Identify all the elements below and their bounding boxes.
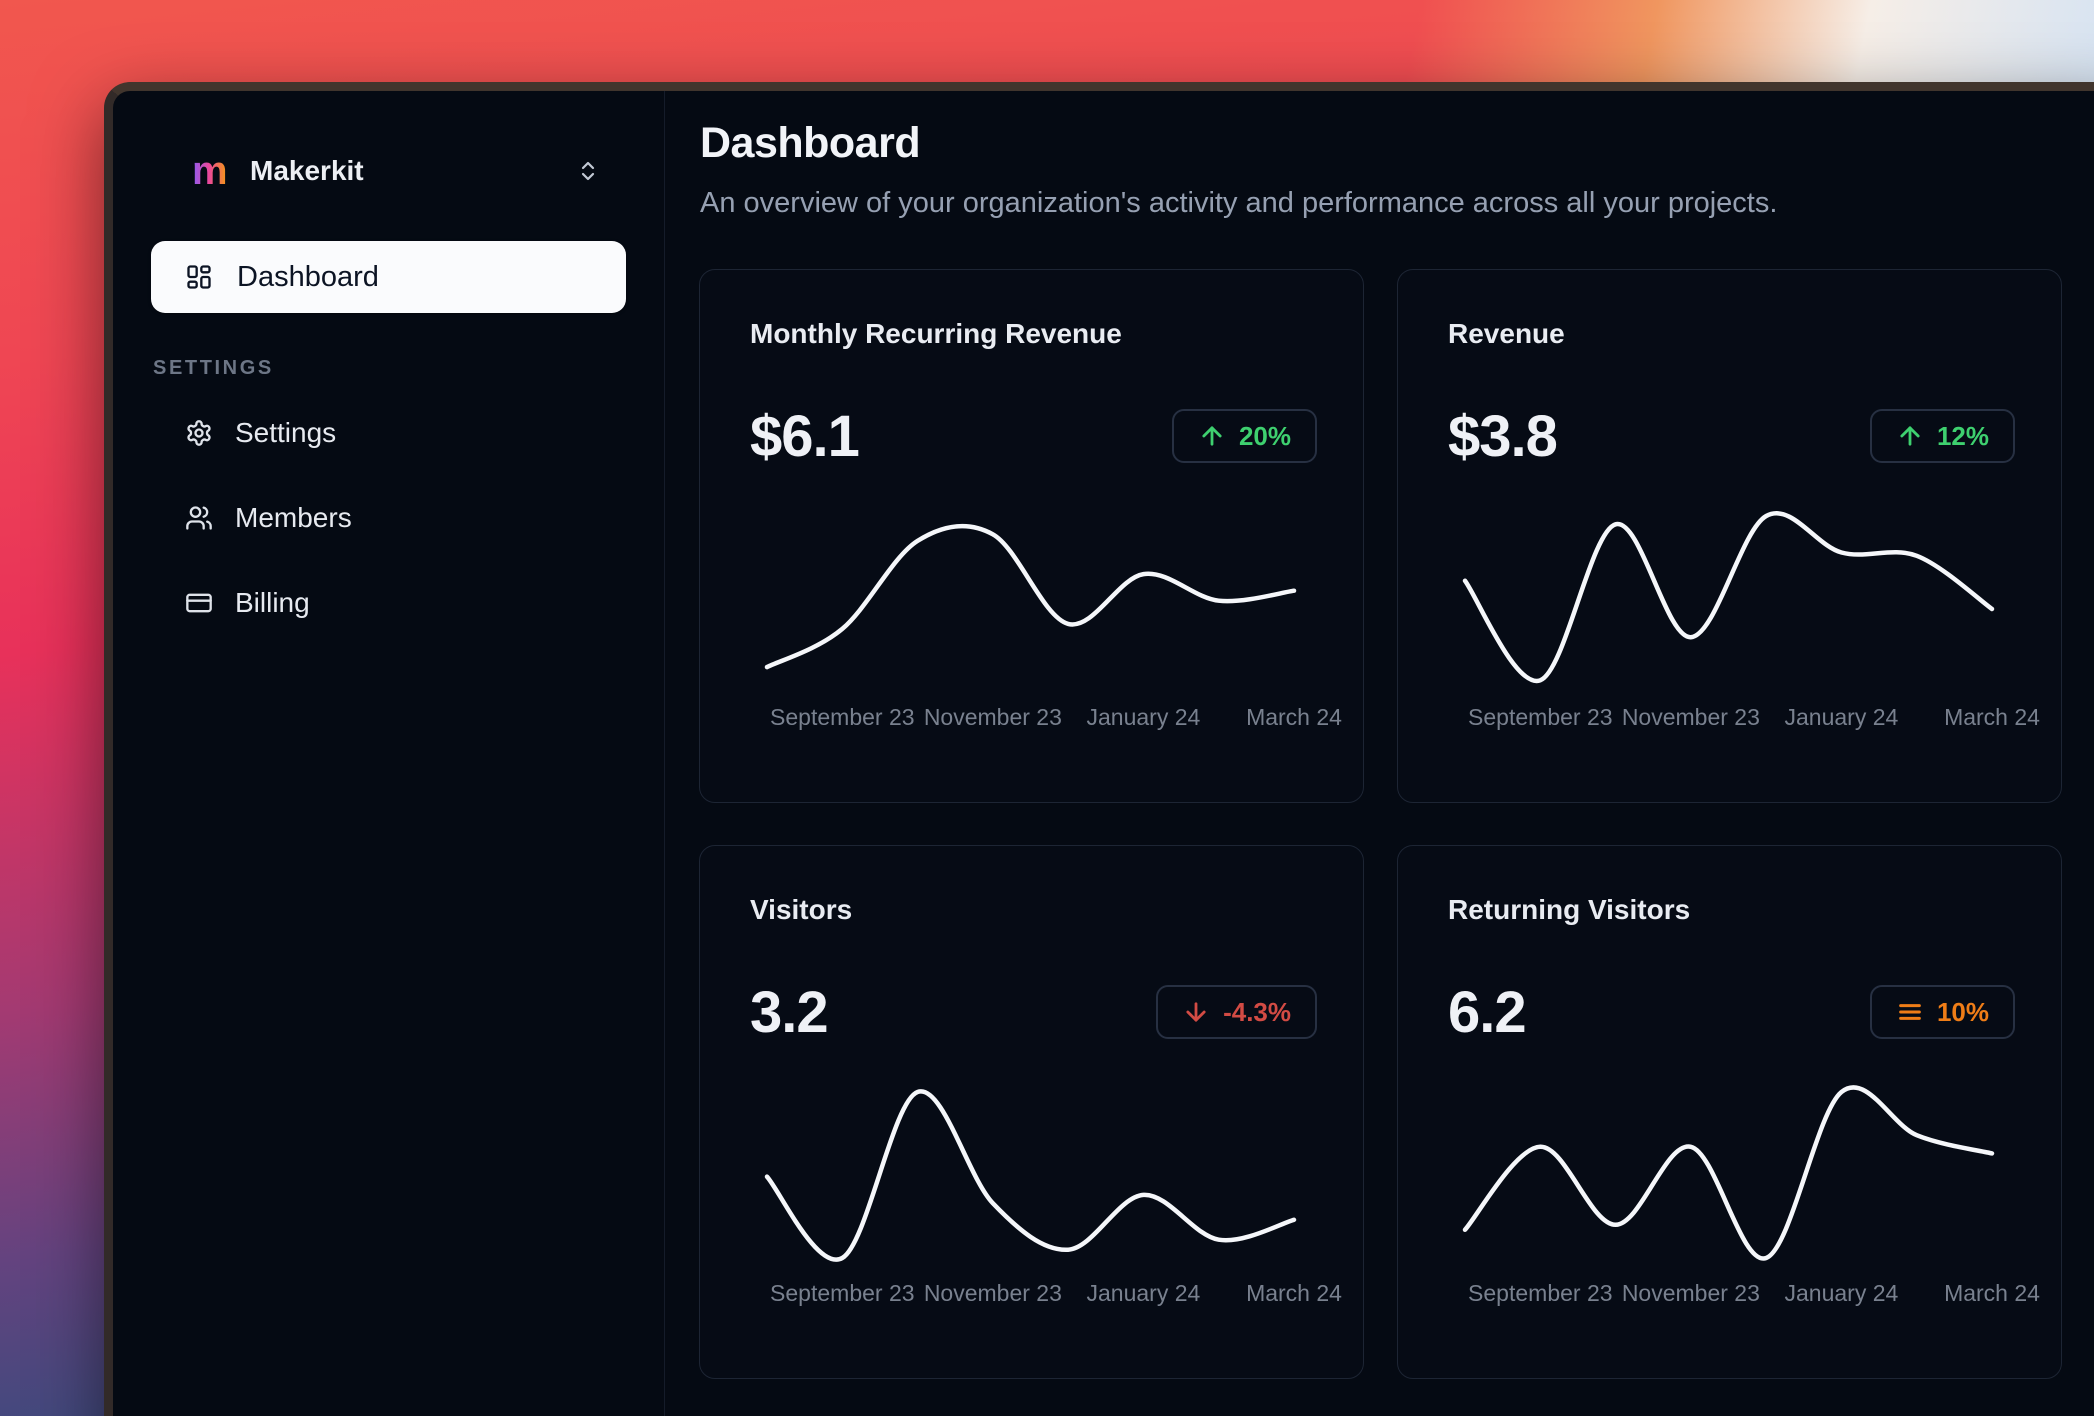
line-chart bbox=[1465, 510, 1992, 688]
x-tick: March 24 bbox=[1944, 704, 2040, 731]
page-subtitle: An overview of your organization's activ… bbox=[700, 183, 2094, 223]
x-tick: November 23 bbox=[924, 704, 1062, 731]
card-title: Revenue bbox=[1448, 318, 2015, 350]
trend-label: 12% bbox=[1937, 421, 1989, 452]
metric-value: 3.2 bbox=[750, 979, 828, 1046]
credit-card-icon bbox=[185, 589, 213, 617]
x-tick: January 24 bbox=[1087, 704, 1201, 731]
sidebar-item-label: Members bbox=[235, 502, 352, 534]
card-title: Monthly Recurring Revenue bbox=[750, 318, 1317, 350]
card-title: Visitors bbox=[750, 894, 1317, 926]
line-chart bbox=[767, 1086, 1294, 1264]
chevrons-up-down-icon bbox=[576, 159, 600, 183]
x-axis: September 23 November 23 January 24 Marc… bbox=[767, 704, 1294, 732]
metric-card-revenue: Revenue $3.8 12% Septem bbox=[1397, 269, 2062, 803]
desktop-wallpaper: m Makerkit Dashboard SETTINGS Settings M… bbox=[0, 0, 2094, 1416]
sidebar-item-label: Settings bbox=[235, 417, 336, 449]
arrow-down-icon bbox=[1182, 998, 1210, 1026]
x-tick: September 23 bbox=[770, 704, 914, 731]
trend-badge: 12% bbox=[1870, 409, 2015, 463]
sidebar-item-label: Dashboard bbox=[237, 261, 379, 294]
sidebar: m Makerkit Dashboard SETTINGS Settings M… bbox=[113, 91, 665, 1416]
metric-card-returning-visitors: Returning Visitors 6.2 10% bbox=[1397, 845, 2062, 1379]
trend-label: 20% bbox=[1239, 421, 1291, 452]
x-tick: November 23 bbox=[1622, 1280, 1760, 1307]
line-chart bbox=[767, 510, 1294, 688]
metric-card-visitors: Visitors 3.2 -4.3% Sept bbox=[699, 845, 1364, 1379]
arrow-up-icon bbox=[1198, 422, 1226, 450]
x-tick: November 23 bbox=[924, 1280, 1062, 1307]
trend-label: -4.3% bbox=[1223, 997, 1291, 1028]
metric-value: $3.8 bbox=[1448, 403, 1557, 470]
x-axis: September 23 November 23 January 24 Marc… bbox=[767, 1280, 1294, 1308]
metric-value: $6.1 bbox=[750, 403, 859, 470]
workspace-switcher[interactable]: m Makerkit bbox=[151, 147, 626, 195]
x-tick: September 23 bbox=[1468, 704, 1612, 731]
main-content: Dashboard An overview of your organizati… bbox=[665, 91, 2094, 1416]
x-tick: September 23 bbox=[770, 1280, 914, 1307]
x-axis: September 23 November 23 January 24 Marc… bbox=[1465, 1280, 1992, 1308]
metric-card-monthly-recurring-revenue: Monthly Recurring Revenue $6.1 20% bbox=[699, 269, 1364, 803]
sidebar-item-dashboard[interactable]: Dashboard bbox=[151, 241, 626, 313]
arrow-up-icon bbox=[1896, 422, 1924, 450]
x-axis: September 23 November 23 January 24 Marc… bbox=[1465, 704, 1992, 732]
trend-badge: 20% bbox=[1172, 409, 1317, 463]
metric-cards-grid: Monthly Recurring Revenue $6.1 20% bbox=[699, 269, 2094, 1379]
x-tick: March 24 bbox=[1944, 1280, 2040, 1307]
workspace-name: Makerkit bbox=[250, 155, 576, 187]
x-tick: March 24 bbox=[1246, 1280, 1342, 1307]
layout-dashboard-icon bbox=[185, 263, 213, 291]
sidebar-item-members[interactable]: Members bbox=[151, 489, 626, 547]
page-title: Dashboard bbox=[700, 117, 2094, 169]
x-tick: January 24 bbox=[1785, 1280, 1899, 1307]
gear-icon bbox=[185, 419, 213, 447]
metric-value: 6.2 bbox=[1448, 979, 1526, 1046]
users-icon bbox=[185, 504, 213, 532]
sidebar-item-billing[interactable]: Billing bbox=[151, 574, 626, 632]
x-tick: January 24 bbox=[1785, 704, 1899, 731]
sidebar-section-settings: SETTINGS bbox=[153, 357, 626, 380]
x-tick: September 23 bbox=[1468, 1280, 1612, 1307]
x-tick: March 24 bbox=[1246, 704, 1342, 731]
sidebar-item-label: Billing bbox=[235, 587, 310, 619]
trend-badge: 10% bbox=[1870, 985, 2015, 1039]
sidebar-item-settings[interactable]: Settings bbox=[151, 404, 626, 462]
trend-label: 10% bbox=[1937, 997, 1989, 1028]
line-chart bbox=[1465, 1086, 1992, 1264]
x-tick: January 24 bbox=[1087, 1280, 1201, 1307]
makerkit-logo: m bbox=[192, 153, 228, 189]
card-title: Returning Visitors bbox=[1448, 894, 2015, 926]
x-tick: November 23 bbox=[1622, 704, 1760, 731]
trend-badge: -4.3% bbox=[1156, 985, 1317, 1039]
app-window: m Makerkit Dashboard SETTINGS Settings M… bbox=[104, 82, 2094, 1416]
trend-flat-icon bbox=[1896, 998, 1924, 1026]
